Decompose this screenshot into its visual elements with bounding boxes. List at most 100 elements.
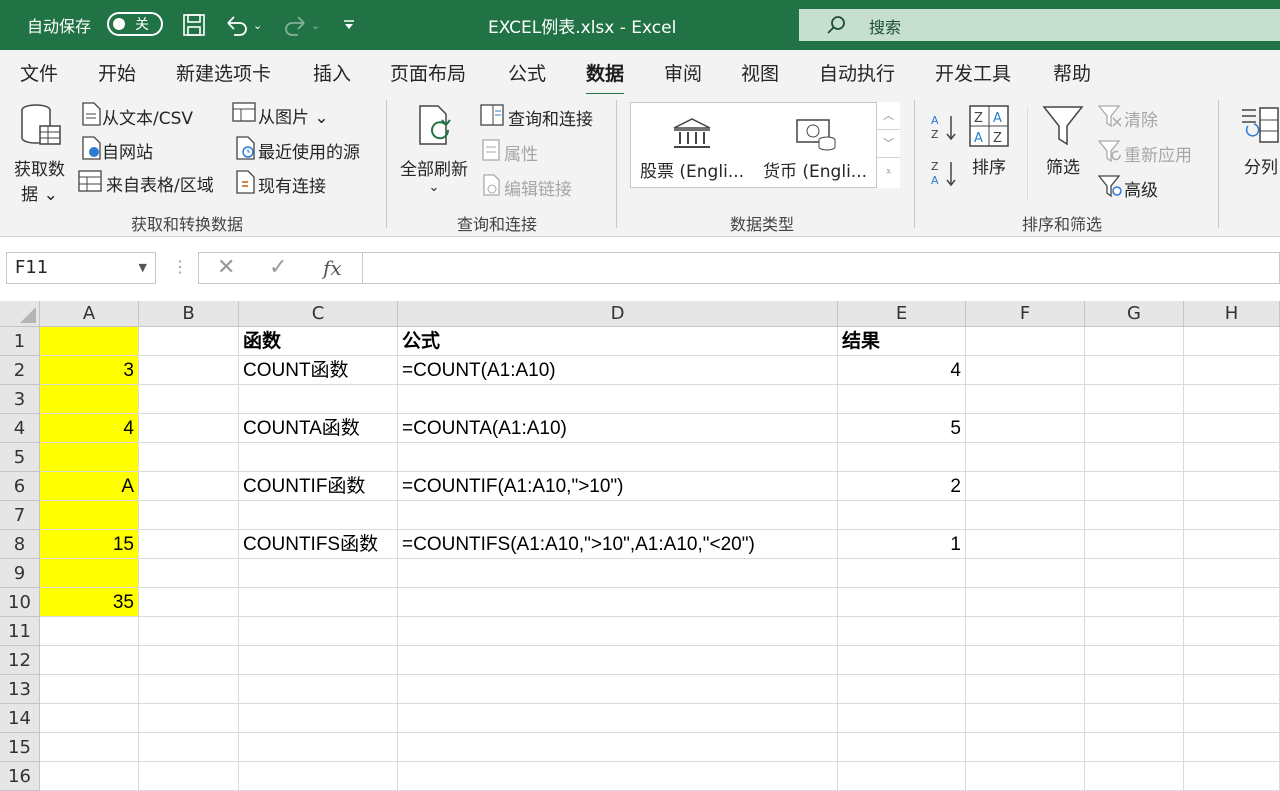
cell-c3[interactable] bbox=[239, 385, 398, 414]
cell-e14[interactable] bbox=[838, 704, 966, 733]
more-icon[interactable]: ⩡ bbox=[877, 158, 900, 186]
tab-new-tab[interactable]: 新建选项卡 bbox=[176, 59, 271, 86]
customize-toolbar-icon[interactable] bbox=[342, 11, 356, 39]
cell-g7[interactable] bbox=[1085, 501, 1184, 530]
get-data-button[interactable]: 获取数 据 ⌄ bbox=[14, 102, 65, 205]
cell-c8[interactable]: COUNTIFS函数 bbox=[239, 530, 398, 559]
cell-e9[interactable] bbox=[838, 559, 966, 588]
cell-f5[interactable] bbox=[966, 443, 1085, 472]
cell-a15[interactable] bbox=[40, 733, 139, 762]
cell-a2[interactable]: 3 bbox=[40, 356, 139, 385]
cell-b4[interactable] bbox=[139, 414, 239, 443]
cell-g12[interactable] bbox=[1085, 646, 1184, 675]
cell-h5[interactable] bbox=[1184, 443, 1280, 472]
cell-c5[interactable] bbox=[239, 443, 398, 472]
formula-input[interactable] bbox=[363, 252, 1280, 284]
cell-a14[interactable] bbox=[40, 704, 139, 733]
cell-e8[interactable]: 1 bbox=[838, 530, 966, 559]
row-header-9[interactable]: 9 bbox=[0, 559, 40, 588]
row-header-2[interactable]: 2 bbox=[0, 356, 40, 385]
cell-g4[interactable] bbox=[1085, 414, 1184, 443]
cell-e16[interactable] bbox=[838, 762, 966, 791]
cell-g11[interactable] bbox=[1085, 617, 1184, 646]
from-picture-button[interactable]: 从图片 ⌄ bbox=[232, 102, 329, 129]
cell-h8[interactable] bbox=[1184, 530, 1280, 559]
cell-h12[interactable] bbox=[1184, 646, 1280, 675]
cell-b16[interactable] bbox=[139, 762, 239, 791]
cell-b15[interactable] bbox=[139, 733, 239, 762]
edit-links-button[interactable]: 编辑链接 bbox=[480, 174, 572, 201]
cell-e4[interactable]: 5 bbox=[838, 414, 966, 443]
column-header-h[interactable]: H bbox=[1184, 301, 1280, 327]
tab-insert[interactable]: 插入 bbox=[313, 59, 351, 86]
cell-c10[interactable] bbox=[239, 588, 398, 617]
cell-g3[interactable] bbox=[1085, 385, 1184, 414]
cell-g1[interactable] bbox=[1085, 327, 1184, 356]
cell-a9[interactable] bbox=[40, 559, 139, 588]
text-to-columns-button[interactable]: 分列 bbox=[1238, 104, 1280, 178]
cell-c2[interactable]: COUNT函数 bbox=[239, 356, 398, 385]
search-box[interactable]: 搜索 bbox=[799, 9, 1280, 41]
tab-home[interactable]: 开始 bbox=[98, 59, 136, 86]
cell-h13[interactable] bbox=[1184, 675, 1280, 704]
cell-h7[interactable] bbox=[1184, 501, 1280, 530]
insert-function-icon[interactable]: fx bbox=[323, 256, 342, 280]
row-header-1[interactable]: 1 bbox=[0, 327, 40, 356]
tab-view[interactable]: 视图 bbox=[741, 59, 779, 86]
cell-f7[interactable] bbox=[966, 501, 1085, 530]
cell-a6[interactable]: A bbox=[40, 472, 139, 501]
recent-sources-button[interactable]: 最近使用的源 bbox=[234, 136, 360, 165]
cell-b11[interactable] bbox=[139, 617, 239, 646]
cell-h16[interactable] bbox=[1184, 762, 1280, 791]
existing-connections-button[interactable]: 现有连接 bbox=[234, 170, 326, 199]
cell-f15[interactable] bbox=[966, 733, 1085, 762]
cell-a11[interactable] bbox=[40, 617, 139, 646]
cell-d9[interactable] bbox=[398, 559, 838, 588]
cell-c16[interactable] bbox=[239, 762, 398, 791]
cell-b5[interactable] bbox=[139, 443, 239, 472]
clear-button[interactable]: 清除 bbox=[1097, 104, 1158, 133]
cell-a4[interactable]: 4 bbox=[40, 414, 139, 443]
cell-e10[interactable] bbox=[838, 588, 966, 617]
column-header-c[interactable]: C bbox=[239, 301, 398, 327]
refresh-all-button[interactable]: 全部刷新 ⌄ bbox=[400, 104, 468, 195]
cell-d14[interactable] bbox=[398, 704, 838, 733]
cell-h11[interactable] bbox=[1184, 617, 1280, 646]
cell-d12[interactable] bbox=[398, 646, 838, 675]
cell-c11[interactable] bbox=[239, 617, 398, 646]
cell-b14[interactable] bbox=[139, 704, 239, 733]
cell-e15[interactable] bbox=[838, 733, 966, 762]
cell-d5[interactable] bbox=[398, 443, 838, 472]
name-box[interactable]: F11 ▼ bbox=[6, 252, 156, 284]
cell-g16[interactable] bbox=[1085, 762, 1184, 791]
cell-a10[interactable]: 35 bbox=[40, 588, 139, 617]
cell-a8[interactable]: 15 bbox=[40, 530, 139, 559]
cell-a13[interactable] bbox=[40, 675, 139, 704]
column-header-g[interactable]: G bbox=[1085, 301, 1184, 327]
cell-g15[interactable] bbox=[1085, 733, 1184, 762]
cell-d16[interactable] bbox=[398, 762, 838, 791]
cell-e7[interactable] bbox=[838, 501, 966, 530]
formula-bar-grip-icon[interactable]: ⋮ bbox=[172, 257, 188, 276]
cell-b8[interactable] bbox=[139, 530, 239, 559]
autosave-toggle[interactable]: 关 bbox=[107, 12, 163, 36]
row-header-13[interactable]: 13 bbox=[0, 675, 40, 704]
row-header-10[interactable]: 10 bbox=[0, 588, 40, 617]
cell-a16[interactable] bbox=[40, 762, 139, 791]
cell-h9[interactable] bbox=[1184, 559, 1280, 588]
cell-b12[interactable] bbox=[139, 646, 239, 675]
row-header-11[interactable]: 11 bbox=[0, 617, 40, 646]
reapply-button[interactable]: 重新应用 bbox=[1097, 139, 1192, 168]
cell-d10[interactable] bbox=[398, 588, 838, 617]
cell-e11[interactable] bbox=[838, 617, 966, 646]
cell-e5[interactable] bbox=[838, 443, 966, 472]
cell-a7[interactable] bbox=[40, 501, 139, 530]
cell-h15[interactable] bbox=[1184, 733, 1280, 762]
cell-h1[interactable] bbox=[1184, 327, 1280, 356]
cell-a3[interactable] bbox=[40, 385, 139, 414]
row-header-12[interactable]: 12 bbox=[0, 646, 40, 675]
tab-review[interactable]: 审阅 bbox=[664, 59, 702, 86]
cell-a12[interactable] bbox=[40, 646, 139, 675]
cell-c12[interactable] bbox=[239, 646, 398, 675]
row-header-8[interactable]: 8 bbox=[0, 530, 40, 559]
